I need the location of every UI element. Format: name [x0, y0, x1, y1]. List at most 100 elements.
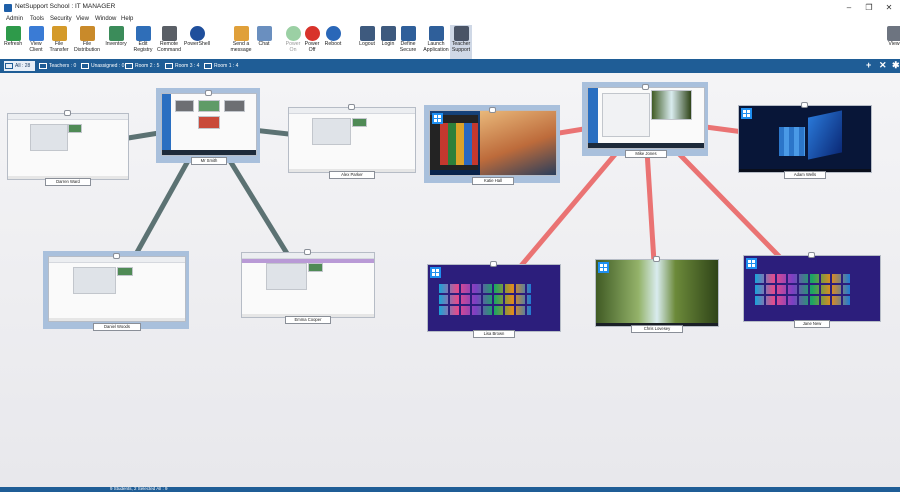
teacher-panel: [588, 88, 599, 148]
tab-room-1[interactable]: Room 1 : 4: [203, 61, 238, 71]
student-card[interactable]: Lisa Brown: [425, 261, 561, 338]
send-a-message-button[interactable]: Send a message: [229, 25, 253, 59]
screen-thumbnail[interactable]: [7, 113, 129, 180]
screen-thumbnail[interactable]: [743, 255, 881, 322]
toolbar-label: Transfer: [49, 47, 69, 53]
app-panel: [68, 124, 82, 133]
tab-room-3[interactable]: Room 3 : 4: [164, 61, 200, 71]
menu-tools[interactable]: Tools: [30, 16, 44, 22]
screen-thumbnail[interactable]: [429, 110, 557, 176]
screen-thumbnail[interactable]: [48, 256, 186, 322]
screen-thumbnail[interactable]: [427, 264, 561, 332]
add-tab-button[interactable]: +: [866, 60, 871, 70]
logout-icon: [359, 26, 375, 41]
restore-button[interactable]: ❐: [862, 3, 876, 12]
tab-room-2[interactable]: Room 2 : 5: [124, 61, 161, 71]
inventory-icon: [108, 26, 124, 41]
power-off-button[interactable]: Power Off: [303, 25, 321, 59]
file-distribution-button[interactable]: File Distribution: [73, 25, 101, 59]
teacher-support-button[interactable]: Teacher Support: [450, 25, 472, 59]
windows-icon: [598, 262, 609, 273]
pin-icon[interactable]: [304, 249, 311, 255]
remote-tile: [197, 115, 221, 129]
screen-thumbnail[interactable]: [738, 105, 872, 173]
tab-all[interactable]: All : 28: [4, 61, 35, 71]
pin-icon[interactable]: [801, 102, 808, 108]
inventory-button[interactable]: Inventory: [103, 25, 129, 59]
title-bar: NetSupport School : IT MANAGER – ❐ ✕: [0, 0, 900, 16]
refresh-button[interactable]: Refresh: [4, 25, 22, 59]
windows-icon: [741, 108, 752, 119]
menu-security[interactable]: Security: [50, 16, 72, 22]
student-card[interactable]: Chris Lovesey: [593, 256, 719, 333]
tab-unassigned[interactable]: Unassigned : 0: [80, 61, 124, 71]
powershell-icon: [189, 26, 205, 41]
logout-button[interactable]: Logout: [357, 25, 377, 59]
screen-thumbnail[interactable]: [161, 93, 257, 156]
toolbar-label: Distribution: [74, 47, 100, 53]
menu-view[interactable]: View: [76, 16, 89, 22]
login-button[interactable]: Login: [379, 25, 397, 59]
student-card[interactable]: Emma Cooper: [239, 249, 375, 324]
minimize-button[interactable]: –: [842, 3, 856, 12]
room-icon: [204, 63, 212, 69]
define-secure-button[interactable]: Define Secure: [398, 25, 418, 59]
student-card[interactable]: Daniel Woods: [43, 251, 189, 331]
pin-icon[interactable]: [642, 84, 649, 90]
student-card[interactable]: Katie Hall: [424, 105, 560, 185]
pin-icon[interactable]: [490, 261, 497, 267]
group-icon: [39, 63, 47, 69]
close-button[interactable]: ✕: [882, 3, 896, 12]
start-tiles: [754, 272, 851, 305]
tab-label: Room 3 : 4: [175, 63, 200, 69]
pin-icon[interactable]: [653, 256, 660, 262]
screen-thumbnail[interactable]: [587, 87, 705, 149]
taskbar: [49, 318, 185, 321]
toolbar-label: Application: [423, 47, 449, 53]
chat-button[interactable]: Chat: [255, 25, 273, 59]
tab-teachers[interactable]: Teachers : 0: [38, 61, 77, 71]
pin-icon[interactable]: [205, 90, 212, 96]
power-on-button[interactable]: Power On: [284, 25, 302, 59]
edit-registry-button[interactable]: Edit Registry: [132, 25, 154, 59]
menu-window[interactable]: Window: [95, 16, 116, 22]
settings-icon[interactable]: ✱: [892, 60, 900, 71]
menu-admin[interactable]: Admin: [6, 16, 23, 22]
student-card[interactable]: Jane New: [741, 252, 881, 328]
student-card[interactable]: Mike Jones: [582, 82, 708, 158]
start-tiles: [438, 281, 531, 315]
teacher-panel: [162, 94, 172, 155]
pin-icon[interactable]: [348, 104, 355, 110]
screen-thumbnail[interactable]: [595, 259, 719, 327]
chat-icon: [256, 26, 272, 41]
pin-icon[interactable]: [489, 107, 496, 113]
tab-label: Room 2 : 5: [135, 63, 160, 69]
toolbar-label: message: [230, 47, 252, 53]
toolbar-label: Secure: [399, 47, 417, 53]
close-tab-button[interactable]: ✕: [879, 60, 887, 71]
view-button[interactable]: View: [887, 25, 900, 59]
remote-tile: [197, 100, 221, 112]
menu-help[interactable]: Help: [121, 16, 133, 22]
remote-command-button[interactable]: Remote Command: [156, 25, 182, 59]
power-on-icon: [285, 26, 301, 41]
student-card[interactable]: Mr Smith: [156, 88, 260, 165]
view-client-button[interactable]: View Client: [26, 25, 46, 59]
launch-application-button[interactable]: Launch Application: [422, 25, 450, 59]
login-icon: [380, 26, 396, 41]
pin-icon[interactable]: [808, 252, 815, 258]
file-transfer-button[interactable]: File Transfer: [48, 25, 70, 59]
message-icon: [233, 26, 249, 41]
student-card[interactable]: Darren Ward: [5, 110, 129, 186]
student-name-label: Adam Wells: [784, 171, 826, 179]
screen-thumbnail[interactable]: [241, 252, 375, 318]
powershell-button[interactable]: PowerShell: [183, 25, 211, 59]
student-card[interactable]: Adam Wells: [736, 102, 872, 179]
student-card[interactable]: Alex Parker: [286, 104, 416, 179]
pin-icon[interactable]: [64, 110, 71, 116]
pin-icon[interactable]: [113, 253, 120, 259]
screen-thumbnail[interactable]: [288, 107, 416, 173]
reboot-button[interactable]: Reboot: [323, 25, 343, 59]
app-panel: [308, 263, 324, 272]
room-icon: [125, 63, 133, 69]
